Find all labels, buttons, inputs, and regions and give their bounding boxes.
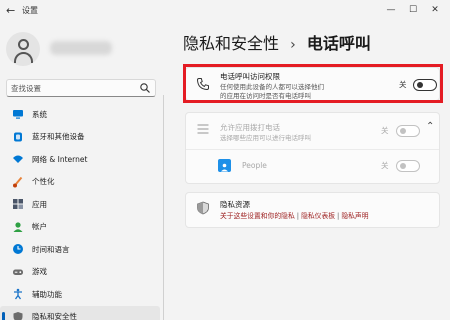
sidebar-item-label: 辅助功能 <box>32 289 62 299</box>
link-separator: | <box>337 212 340 220</box>
privacy-statement-link[interactable]: 隐私声明 <box>341 212 368 220</box>
sidebar-item-apps[interactable]: 应用 <box>0 193 160 216</box>
accessibility-icon <box>12 288 24 300</box>
app-call-state-label: 关 <box>381 126 389 135</box>
account-icon <box>12 221 24 233</box>
shield-icon <box>12 311 24 320</box>
link-separator: | <box>296 212 300 220</box>
people-toggle[interactable] <box>396 160 420 172</box>
minimize-button[interactable]: — <box>380 3 402 17</box>
window-controls: — ☐ ✕ <box>380 3 446 17</box>
breadcrumb-separator: › <box>290 37 296 53</box>
toggle-knob <box>399 128 406 134</box>
app-call-toggle[interactable] <box>396 125 420 137</box>
sidebar-item-accounts[interactable]: 帐户 <box>0 216 160 239</box>
close-button[interactable]: ✕ <box>424 3 446 17</box>
privacy-resources-title: 隐私资源 <box>220 200 250 209</box>
privacy-dashboard-link[interactable]: 隐私仪表板 <box>301 212 335 220</box>
sidebar-item-system[interactable]: 系统 <box>0 103 160 126</box>
app-call-description: 选择哪些应用可以进行电话呼叫 <box>220 134 311 142</box>
search-box[interactable] <box>6 79 156 97</box>
sidebar-item-label: 个性化 <box>32 177 55 187</box>
breadcrumb-parent[interactable]: 隐私和安全性 <box>183 34 279 53</box>
brush-icon <box>12 176 24 188</box>
breadcrumb: 隐私和安全性 › 电话呼叫 <box>183 30 371 54</box>
collapse-chevron-icon[interactable]: ⌃ <box>426 121 434 132</box>
privacy-settings-link[interactable]: 关于这些设置和你的隐私 <box>220 212 295 220</box>
search-input[interactable] <box>7 80 137 96</box>
globe-clock-icon <box>12 243 24 255</box>
monitor-icon <box>12 108 24 120</box>
card-divider <box>186 149 439 150</box>
sidebar-item-gaming[interactable]: 游戏 <box>0 261 160 284</box>
toggle-knob <box>399 163 406 169</box>
sidebar-item-network[interactable]: 网络 & Internet <box>0 148 160 171</box>
sidebar-item-label: 时间和语言 <box>32 244 70 254</box>
sidebar-item-accessibility[interactable]: 辅助功能 <box>0 283 160 306</box>
wifi-icon <box>12 153 24 165</box>
sidebar-item-label: 应用 <box>32 199 47 209</box>
active-indicator <box>2 311 5 320</box>
sidebar-divider <box>163 95 164 320</box>
bluetooth-icon <box>12 131 24 143</box>
avatar-head-shape <box>18 39 29 50</box>
sidebar-item-time-language[interactable]: 时间和语言 <box>0 238 160 261</box>
sidebar-item-label: 隐私和安全性 <box>32 312 77 320</box>
title-bar: ← 设置 — ☐ ✕ <box>0 0 450 22</box>
sidebar-item-label: 蓝牙和其他设备 <box>32 132 85 142</box>
privacy-links: 关于这些设置和你的隐私 | 隐私仪表板 | 隐私声明 <box>220 210 369 220</box>
privacy-resources-card: 隐私资源 关于这些设置和你的隐私 | 隐私仪表板 | 隐私声明 <box>185 192 440 228</box>
page-title: 电话呼叫 <box>306 34 371 53</box>
app-title: 设置 <box>22 6 38 15</box>
apps-icon <box>12 198 24 210</box>
sidebar-item-privacy-security[interactable]: 隐私和安全性 <box>0 305 160 320</box>
privacy-shield-icon <box>197 201 209 215</box>
sidebar-item-label: 系统 <box>32 109 47 119</box>
red-highlight-box <box>183 64 443 103</box>
sidebar-item-label: 帐户 <box>32 222 47 232</box>
sidebar-item-personalization[interactable]: 个性化 <box>0 171 160 194</box>
gamepad-icon <box>12 266 24 278</box>
people-app-name: People <box>242 161 267 170</box>
sidebar-nav: 系统 蓝牙和其他设备 网络 & Internet 个性化 应用 帐户 时间和语言… <box>0 103 160 320</box>
sidebar: 系统 蓝牙和其他设备 网络 & Internet 个性化 应用 <box>0 22 165 320</box>
sidebar-item-label: 网络 & Internet <box>32 154 88 164</box>
user-profile[interactable] <box>6 32 156 74</box>
avatar-body-shape <box>14 52 33 63</box>
maximize-button[interactable]: ☐ <box>402 3 424 17</box>
sidebar-item-label: 游戏 <box>32 267 47 277</box>
sidebar-item-bluetooth[interactable]: 蓝牙和其他设备 <box>0 126 160 149</box>
people-state-label: 关 <box>381 161 389 170</box>
people-app-icon <box>218 159 231 172</box>
avatar <box>6 32 40 66</box>
blurred-user-name <box>50 41 112 55</box>
app-call-card: 允许应用拨打电话 选择哪些应用可以进行电话呼叫 关 ⌃ People 关 <box>185 112 440 184</box>
search-icon[interactable] <box>139 82 151 94</box>
apps-list-icon <box>197 124 209 134</box>
back-arrow-icon[interactable]: ← <box>6 4 15 17</box>
